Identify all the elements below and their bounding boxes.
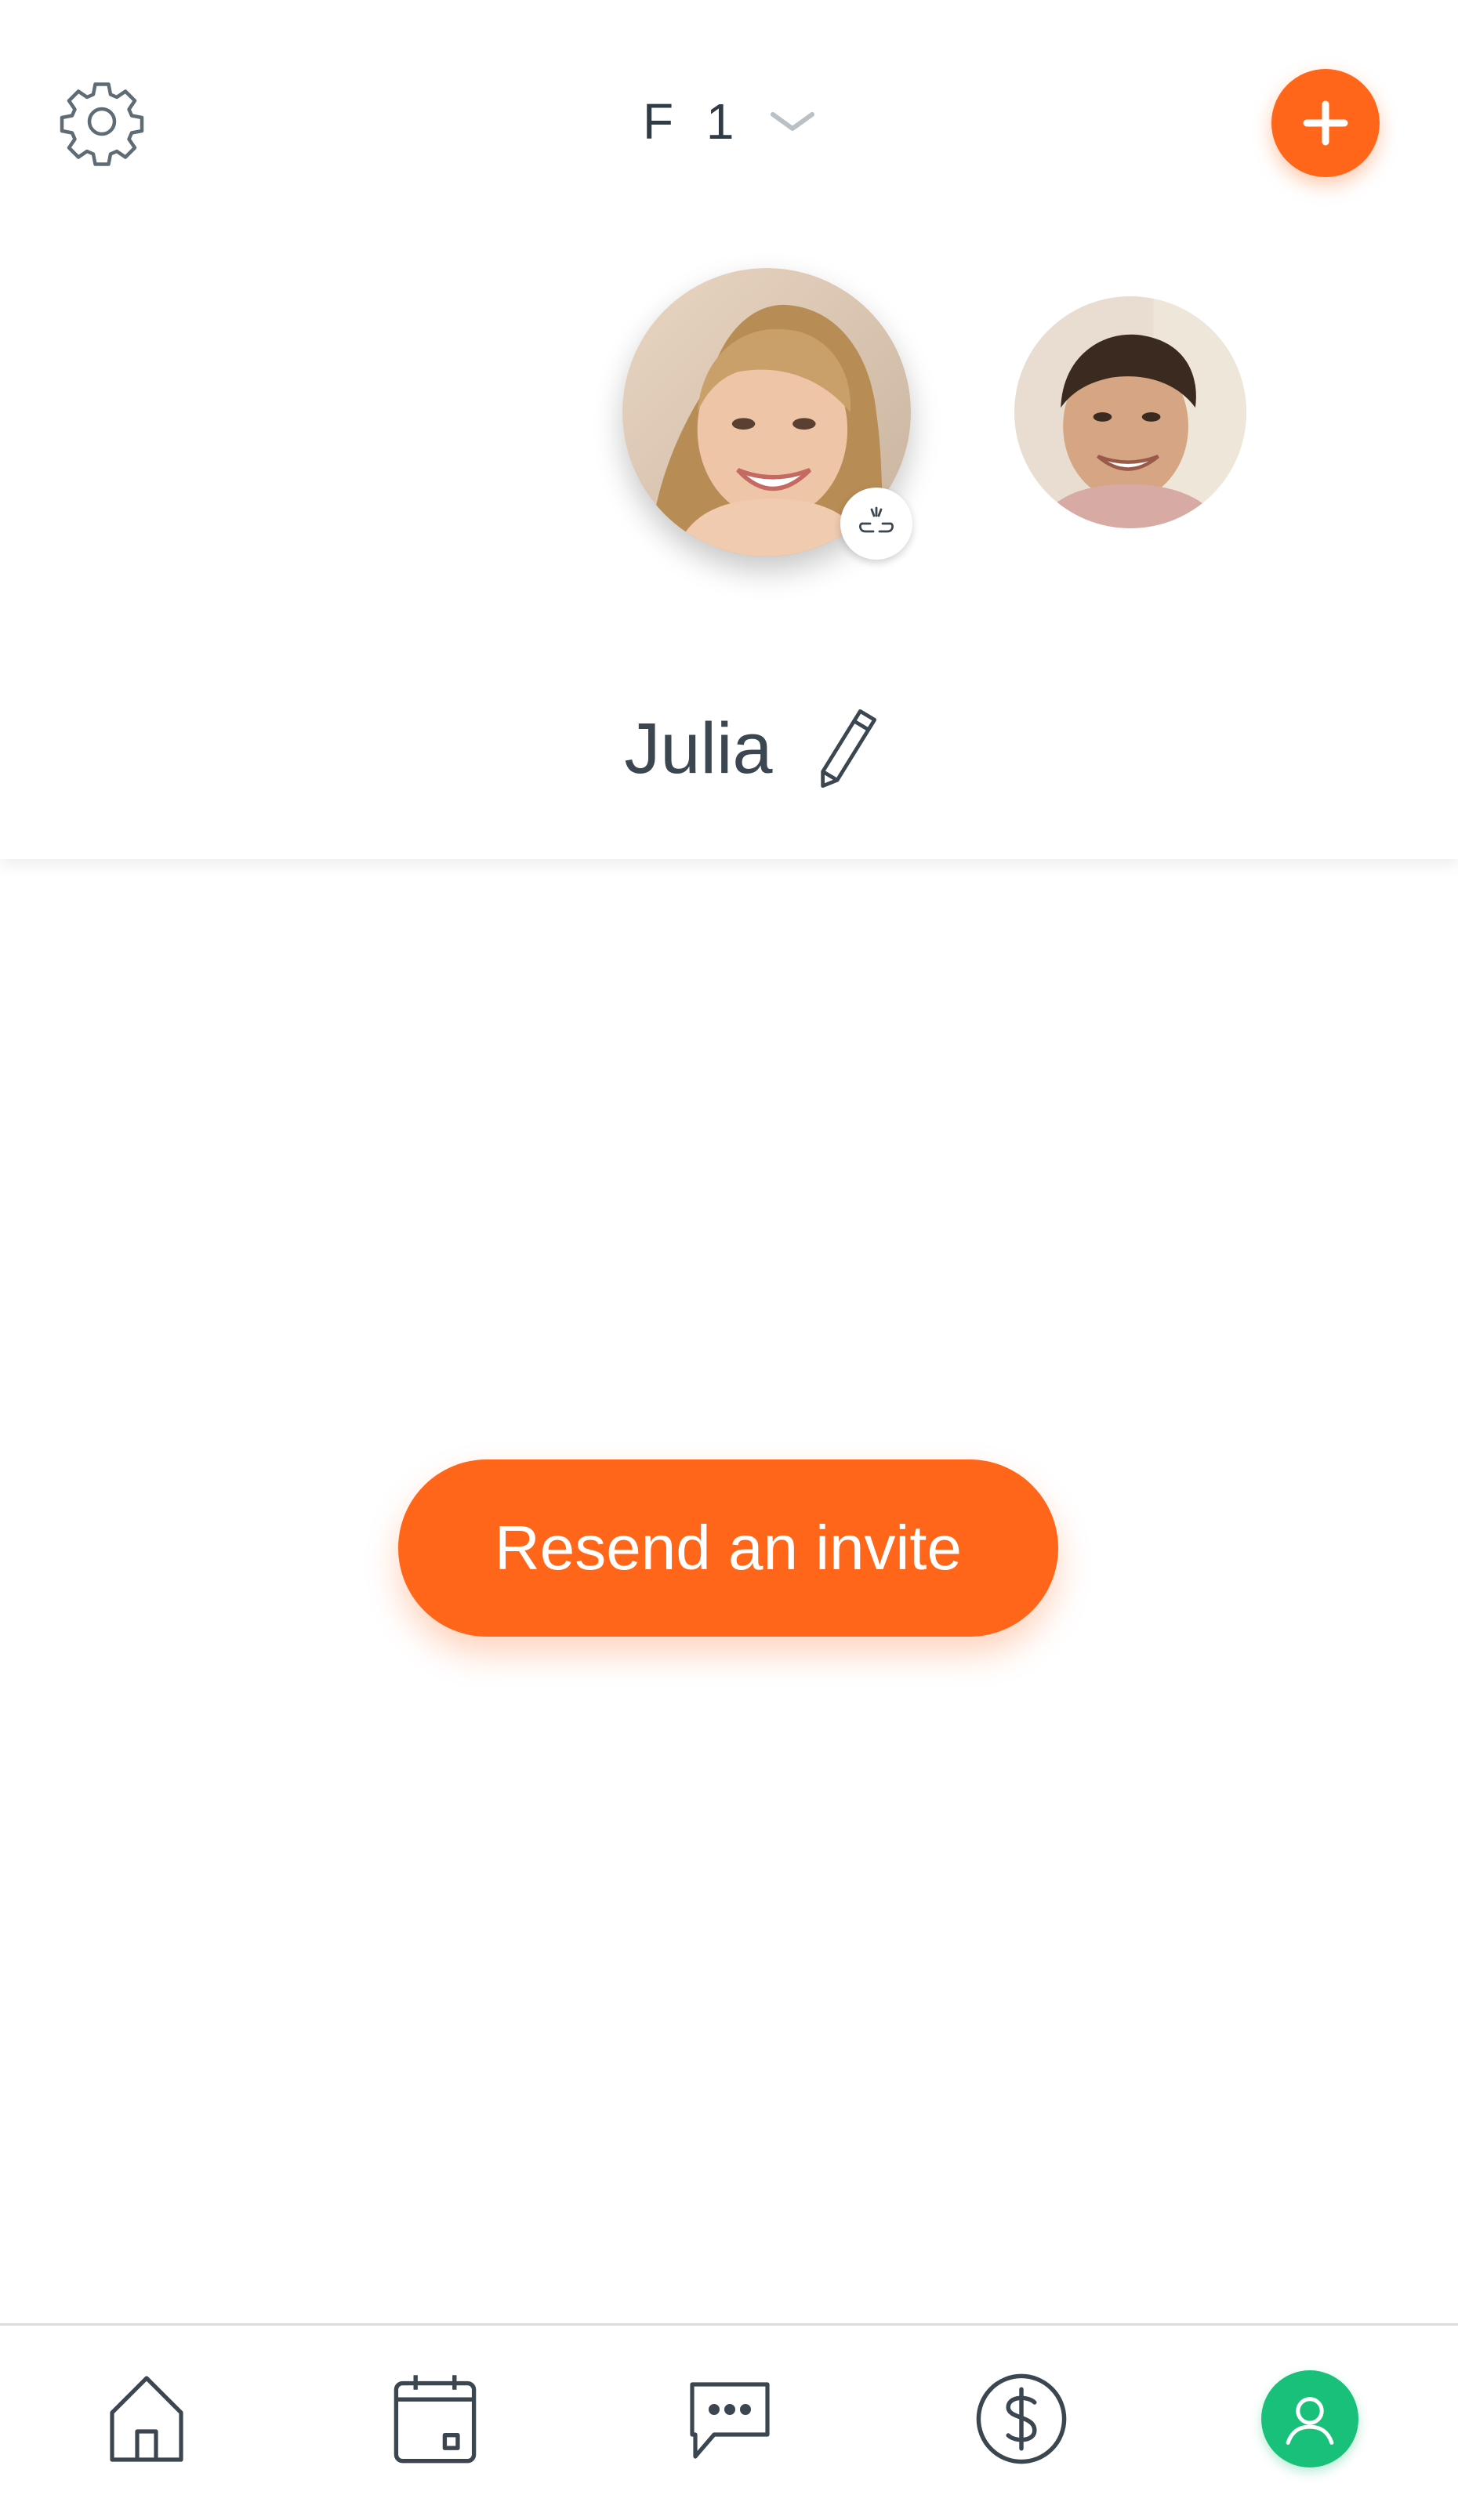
profile-icon bbox=[1286, 2397, 1334, 2445]
tab-home[interactable] bbox=[88, 2360, 205, 2478]
chevron-down-icon bbox=[771, 112, 815, 131]
family-selector[interactable]: F 1 bbox=[643, 78, 817, 165]
family-name: F 1 bbox=[643, 93, 744, 150]
home-icon bbox=[110, 2376, 183, 2462]
member-photo bbox=[1014, 296, 1246, 528]
pencil-icon bbox=[820, 709, 876, 789]
plus-icon bbox=[1303, 100, 1348, 146]
profile-name-row: Julia bbox=[0, 698, 1458, 800]
bottom-tab-bar bbox=[0, 2323, 1458, 2520]
profile-name: Julia bbox=[624, 708, 773, 789]
edit-name-button[interactable] bbox=[811, 705, 881, 792]
invite-status-badge bbox=[840, 488, 912, 560]
avatar-member-2[interactable] bbox=[1014, 296, 1246, 528]
settings-button[interactable] bbox=[55, 74, 149, 169]
tab-calendar[interactable] bbox=[376, 2360, 494, 2478]
chat-icon bbox=[690, 2382, 770, 2459]
dollar-icon bbox=[976, 2373, 1067, 2464]
calendar-icon bbox=[394, 2375, 477, 2464]
tab-profile-active-indicator bbox=[1261, 2370, 1358, 2467]
tab-profile[interactable] bbox=[1251, 2360, 1369, 2478]
add-button[interactable] bbox=[1271, 69, 1380, 177]
resend-invite-button[interactable]: Resend an invite bbox=[398, 1459, 1058, 1637]
broken-link-icon bbox=[859, 506, 894, 533]
tab-messages[interactable] bbox=[671, 2360, 789, 2478]
tab-payments[interactable] bbox=[963, 2360, 1080, 2478]
profile-header: F 1 Julia bbox=[0, 0, 1458, 859]
gear-icon bbox=[60, 82, 144, 166]
